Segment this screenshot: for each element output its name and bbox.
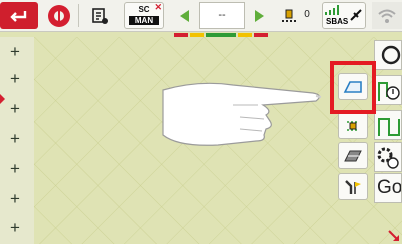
field-machine-button[interactable] (338, 112, 368, 139)
divider (78, 4, 79, 27)
search-button[interactable] (374, 40, 402, 70)
section-control-button[interactable]: SC MAN ✕ (124, 2, 164, 29)
zoom-in-button[interactable]: + (10, 70, 20, 87)
field-machine-icon (347, 120, 359, 131)
zoom-in-button[interactable]: + (10, 190, 20, 207)
steering-wheel-icon (48, 4, 70, 27)
zoom-in-button[interactable]: + (10, 160, 20, 177)
next-button[interactable] (248, 2, 272, 29)
guidance-line-icon (378, 118, 400, 136)
wifi-icon (378, 9, 396, 23)
machine-indicator[interactable] (278, 2, 300, 29)
go-button[interactable]: Go (374, 173, 402, 203)
go-label: Go (377, 177, 402, 198)
arrow-left-icon (180, 9, 189, 22)
implement-settings-icon (92, 7, 108, 24)
guidance-line-button[interactable] (374, 110, 402, 140)
gps-label: SBAS (326, 17, 349, 26)
counter-value: 0 (304, 9, 310, 20)
service-button[interactable] (338, 173, 368, 200)
zoom-in-button[interactable]: + (10, 100, 20, 117)
compass-arrow-icon (388, 230, 399, 241)
magnifier-icon (381, 45, 401, 65)
zoom-in-button[interactable]: + (10, 130, 20, 147)
previous-button[interactable] (172, 2, 196, 29)
x-mark-icon: ✕ (154, 2, 162, 12)
sc-mode-label: MAN (129, 16, 159, 25)
gear-settings-icon (377, 147, 399, 169)
zoom-column: + + + + + + + (0, 37, 34, 244)
headland-icon (378, 82, 400, 101)
gps-status-button[interactable]: SBAS (322, 2, 366, 29)
auto-steer-button[interactable] (44, 2, 74, 29)
back-button[interactable] (0, 2, 38, 29)
satellite-icon (350, 9, 362, 21)
zoom-in-button[interactable]: + (10, 43, 20, 60)
implement-button[interactable] (84, 2, 116, 29)
pointing-hand-icon (162, 82, 322, 146)
side-panel-arrow-icon[interactable] (0, 94, 5, 104)
return-arrow-icon (10, 10, 27, 22)
zoom-in-button[interactable]: + (10, 219, 20, 236)
settings-button[interactable] (374, 142, 402, 172)
wifi-button[interactable] (372, 2, 402, 29)
top-toolbar: SC MAN ✕ -- 0 SBAS (0, 0, 402, 32)
signal-bars-icon (325, 5, 339, 15)
tractor-position-icon (282, 9, 296, 22)
value-field[interactable]: -- (199, 2, 245, 29)
field-layer-icon (344, 150, 362, 161)
headland-button[interactable] (374, 75, 402, 105)
arrow-right-icon (255, 9, 264, 22)
tutorial-highlight-frame (330, 61, 376, 114)
wrench-flag-icon (345, 179, 361, 194)
field-layer-button[interactable] (338, 142, 368, 169)
